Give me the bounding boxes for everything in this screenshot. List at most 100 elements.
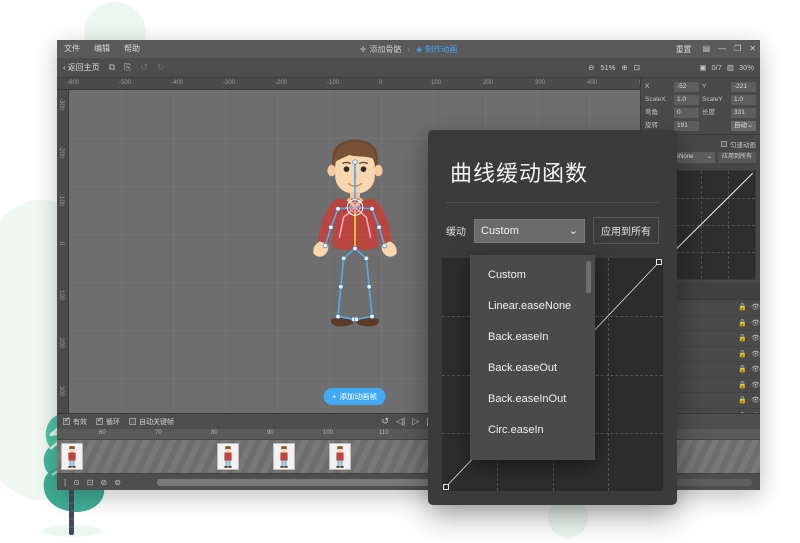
lock-icon[interactable]: 🔒	[738, 365, 747, 373]
ruler-tick: 400	[587, 80, 597, 86]
mode-tabs: ✛ 添加骨骼 › ◈ 制作动画	[57, 40, 760, 58]
grid-toggle-icon[interactable]: ▣	[699, 63, 706, 72]
tab-add-bones[interactable]: ✛ 添加骨骼	[360, 44, 402, 55]
zoom-level: 51%	[600, 63, 615, 72]
ruler-tick: -500	[119, 80, 131, 86]
tab-bones-secondary[interactable]	[668, 283, 760, 299]
keyframe-thumbnail[interactable]	[329, 443, 351, 470]
ruler-tick: -100	[58, 194, 64, 206]
properties-grid: X -52 Y -221 ScaleX 1.0 ScaleY 1.0 弯角 0 …	[641, 78, 760, 134]
prop-label-scalex: ScaleX	[645, 95, 671, 105]
add-icon[interactable]: ⊙	[73, 478, 80, 487]
settings-icon[interactable]: ⊜	[114, 478, 121, 487]
reset-icon[interactable]: ↺	[382, 416, 390, 427]
back-to-home-button[interactable]: ‹ 返回主页	[63, 62, 100, 73]
prop-field-length[interactable]: 331	[731, 108, 756, 118]
view-controls: ▣ 0/7 ▥ 30%	[699, 63, 754, 72]
dialog-apply-to-all-button[interactable]: 应用到所有	[593, 217, 659, 244]
rigged-character[interactable]	[270, 100, 440, 380]
dialog-easing-select[interactable]: Custom ⌄	[474, 219, 585, 243]
prop-field-auto[interactable]: 自动 ⌄	[731, 121, 756, 131]
maximize-icon[interactable]: ❐	[734, 45, 741, 53]
minimize-icon[interactable]: —	[718, 45, 726, 53]
keyframe-thumbnail[interactable]	[273, 443, 295, 470]
apply-to-all-button[interactable]: 应用到所有	[718, 152, 756, 163]
eye-icon[interactable]: 👁	[751, 303, 760, 311]
eye-icon[interactable]: 👁	[751, 319, 760, 327]
checkbox-box	[96, 418, 103, 425]
prop-field-y[interactable]: -221	[731, 82, 756, 92]
snap-icon[interactable]: ▥	[727, 63, 734, 72]
prop-field-x[interactable]: -52	[674, 82, 699, 92]
prop-field-rotation[interactable]: 191	[674, 121, 699, 131]
snap-value: 30%	[739, 63, 754, 72]
fit-screen-icon[interactable]: ⊡	[634, 63, 640, 72]
prop-field-auto-value: 自动	[734, 121, 747, 131]
timeline-tick: 80	[211, 430, 218, 436]
dropdown-option[interactable]: Custom	[470, 260, 595, 291]
lock-icon[interactable]: 🔒	[738, 303, 747, 311]
ruler-tick: 0	[379, 80, 382, 86]
lock-icon[interactable]: 🔒	[738, 350, 747, 358]
dropdown-option[interactable]: Circ.easeIn	[470, 415, 595, 446]
zoom-in-icon[interactable]: ⊕	[621, 63, 627, 72]
prop-field-scaley[interactable]: 1.0	[731, 95, 756, 105]
keyframe-thumbnail[interactable]	[61, 443, 83, 470]
timeline-tick: 70	[155, 430, 162, 436]
chevron-down-icon: ⌄	[707, 152, 712, 163]
add-animation-frame-label: 添加动画帧	[339, 391, 377, 402]
tab-make-animation[interactable]: ◈ 制作动画	[416, 44, 457, 55]
copy-icon[interactable]: ⊡	[87, 478, 94, 487]
chevron-left-icon: ‹	[63, 63, 66, 72]
lock-icon[interactable]: 🔒	[738, 319, 747, 327]
close-icon[interactable]: ✕	[749, 45, 756, 53]
dropdown-option[interactable]: Back.easeIn	[470, 322, 595, 353]
paste-icon[interactable]: ⎘	[124, 62, 131, 73]
curve-handle-start[interactable]	[443, 484, 449, 490]
ruler-top: -600-500-400-300-200-1000100200300400500	[57, 78, 640, 90]
lock-icon[interactable]: 🔒	[738, 334, 747, 342]
ruler-tick: -300	[58, 98, 64, 110]
eye-icon[interactable]: 👁	[751, 334, 760, 342]
lock-icon[interactable]: 🔒	[738, 396, 747, 404]
play-icon[interactable]: ▷	[412, 416, 419, 427]
zoom-out-icon[interactable]: ⊖	[588, 63, 594, 72]
ruler-left: -300-200-1000100200300	[57, 90, 69, 413]
delete-icon[interactable]: ⊘	[100, 478, 107, 487]
redo-icon[interactable]: ↻	[157, 62, 165, 73]
add-animation-frame-button[interactable]: + 添加动画帧	[323, 388, 386, 405]
timeline-tick: 90	[267, 430, 274, 436]
zoom-controls: ⊖ 51% ⊕ ⊡	[588, 63, 640, 72]
undo-icon[interactable]: ↺	[140, 62, 148, 73]
timeline-option-autokey[interactable]: 自动关键帧	[129, 417, 174, 427]
dropdown-option[interactable]: Back.easeInOut	[470, 384, 595, 415]
zoom-fit-icon[interactable]: |	[64, 478, 66, 487]
dropdown-option[interactable]: Linear.easeNone	[470, 291, 595, 322]
curve-handle-end[interactable]	[656, 259, 662, 265]
ruler-tick: -200	[275, 80, 287, 86]
lock-icon[interactable]: 🔒	[738, 381, 747, 389]
eye-icon[interactable]: 👁	[751, 365, 760, 373]
timeline-option-enabled[interactable]: 有效	[63, 417, 87, 427]
prev-frame-icon[interactable]: ◁|	[396, 416, 405, 427]
dropdown-scrollbar[interactable]	[586, 261, 591, 293]
dropdown-option[interactable]: Back.easeOut	[470, 353, 595, 384]
tab-make-animation-label: 制作动画	[425, 44, 457, 55]
eye-icon[interactable]: 👁	[751, 396, 760, 404]
timeline-option-loop-label: 循环	[106, 417, 120, 427]
prop-field-bend[interactable]: 0	[674, 108, 699, 118]
copy-icon[interactable]: ⧉	[109, 62, 115, 73]
eye-icon[interactable]: 👁	[751, 381, 760, 389]
timeline-option-loop[interactable]: 循环	[96, 417, 120, 427]
grid-icon[interactable]: ▤	[703, 45, 711, 53]
ruler-tick: 0	[58, 242, 64, 245]
ruler-tick: 300	[58, 386, 64, 396]
prop-label-scaley: ScaleY	[702, 95, 728, 105]
keyframe-thumbnail[interactable]	[217, 443, 239, 470]
timeline-tick: 100	[323, 430, 333, 436]
eye-icon[interactable]: 👁	[751, 350, 760, 358]
prop-field-scalex[interactable]: 1.0	[674, 95, 699, 105]
easing-options-dropdown[interactable]: CustomLinear.easeNoneBack.easeInBack.eas…	[470, 255, 595, 460]
menu-bar: 文件 编辑 帮助 ✛ 添加骨骼 › ◈ 制作动画 重置 ▤ — ❐ ✕	[57, 40, 760, 58]
dialog-easing-row: 缓动 Custom ⌄ 应用到所有	[428, 203, 677, 254]
